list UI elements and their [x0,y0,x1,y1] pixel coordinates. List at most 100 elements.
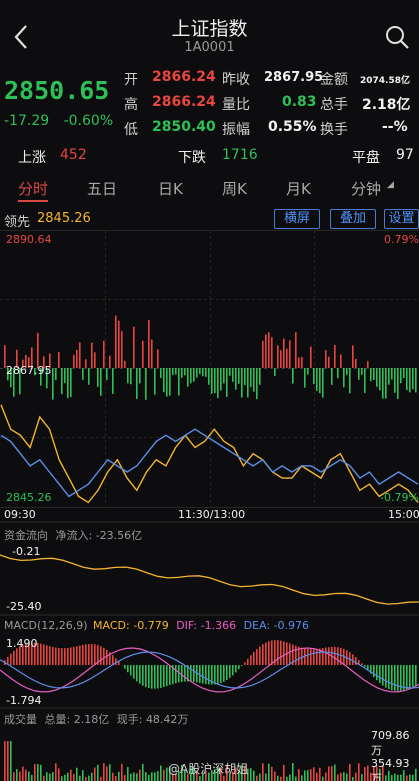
macd-up-bar [256,649,258,665]
macd-down-bar [415,665,417,686]
volume-bar [106,766,108,781]
tab-weekly-k[interactable]: 周K [222,178,247,199]
up-bar [148,320,150,368]
macd-up-bar [64,648,66,665]
macd-up-bar [268,641,270,665]
volume-bar [40,764,42,781]
volume-ratio-value: 0.83 [282,94,317,110]
watermark: @A股沪深胡姐 [168,762,249,776]
down-bar [61,368,63,395]
y-max-label: 2890.64 [6,233,52,246]
macd-up-bar [91,643,93,665]
macd-down-bar [376,665,378,681]
down-bar [55,368,57,381]
volume-bar [301,775,303,781]
macd-down-bar [142,665,144,686]
down-bar [112,368,114,394]
high-label: 高 [124,97,138,113]
volume-bar [364,767,366,781]
down-bar [139,368,141,384]
volume-bar [13,772,15,781]
settings-button[interactable]: 设置 [384,209,419,229]
high-value: 2866.24 [152,94,216,110]
macd-down-bar [223,665,225,682]
header-bar: 上证指数 1A0001 [0,0,419,66]
volume-bar [292,763,294,781]
down-bar [331,368,333,385]
lead-label: 领先 [4,215,31,230]
macd-down-bar [241,665,243,666]
down-bar [412,368,414,390]
up-bar [334,344,336,368]
macd-down-bar [391,665,393,691]
tab-intraday[interactable]: 分时 [18,178,48,199]
macd-down-bar [175,665,177,684]
macd-up-bar [73,646,75,665]
tab-five-day[interactable]: 五日 [87,178,117,199]
amount-label: 金额 [320,72,348,88]
volume-bar [136,773,138,781]
macd-up-bar [328,647,330,665]
macd-down-bar [133,665,135,679]
low-value: 2850.40 [152,119,216,135]
search-icon[interactable] [384,24,410,50]
macd-down-bar [163,665,165,688]
down-bar [232,368,234,382]
volume-bar [49,773,51,781]
volume-total-value: 2.18亿 [73,713,110,726]
tab-minute[interactable]: 分钟 [351,178,381,199]
down-bar [172,368,174,375]
up-bar [325,350,327,368]
landscape-button[interactable]: 横屏 [274,209,320,229]
macd-up-bar [316,648,318,665]
chevron-down-icon[interactable]: ◢ [387,180,394,190]
volume-bar [64,774,66,781]
amplitude-label: 振幅 [222,122,250,138]
macd-down-bar [193,665,195,682]
up-bar [76,349,78,368]
macd-up-bar [244,662,246,665]
volume-bar [304,770,306,781]
macd-up-bar [112,655,114,665]
tab-daily-k[interactable]: 日K [158,178,183,199]
down-bar [343,368,345,388]
down-bar [379,368,381,391]
volume-bar [295,776,297,781]
volume-title: 成交量 [4,713,37,726]
up-bar [94,352,96,368]
x-tick-open: 09:30 [4,508,36,521]
volume-bar [352,776,354,781]
volume-mid-label: 354.93万 [371,757,410,781]
down-bar [235,368,237,390]
down-bar [256,368,258,400]
volume-legend: 成交量 总量: 2.18亿 现手: 48.42万 [4,711,188,727]
macd-down-bar [184,665,186,682]
volume-bar [328,766,330,781]
change-value: -17.29 [4,113,50,129]
down-bar [259,368,261,385]
down-bar [187,368,189,387]
fund-flow-title: 资金流向 [4,529,48,542]
down-label: 下跌 [178,150,206,166]
macd-down-bar [202,665,204,684]
volume-bar [118,771,120,781]
macd-up-bar [325,647,327,665]
tab-monthly-k[interactable]: 月K [286,178,311,199]
macd-up-bar [52,646,54,665]
prev-close-value: 2867.95 [264,70,324,85]
overlay-button[interactable]: 叠加 [330,209,376,229]
macd-up-bar [259,646,261,665]
up-bar [103,340,105,368]
down-bar [307,368,309,375]
down-bar [145,368,147,400]
macd-down-bar [232,665,234,676]
up-bar [109,355,111,368]
macd-down-bar [403,665,405,691]
macd-up-bar [82,644,84,665]
down-bar [220,368,222,391]
macd-down-bar [148,665,150,689]
down-bar [364,368,366,393]
macd-down-bar [220,665,222,684]
flat-label: 平盘 [352,150,380,166]
macd-down-bar [409,665,411,689]
